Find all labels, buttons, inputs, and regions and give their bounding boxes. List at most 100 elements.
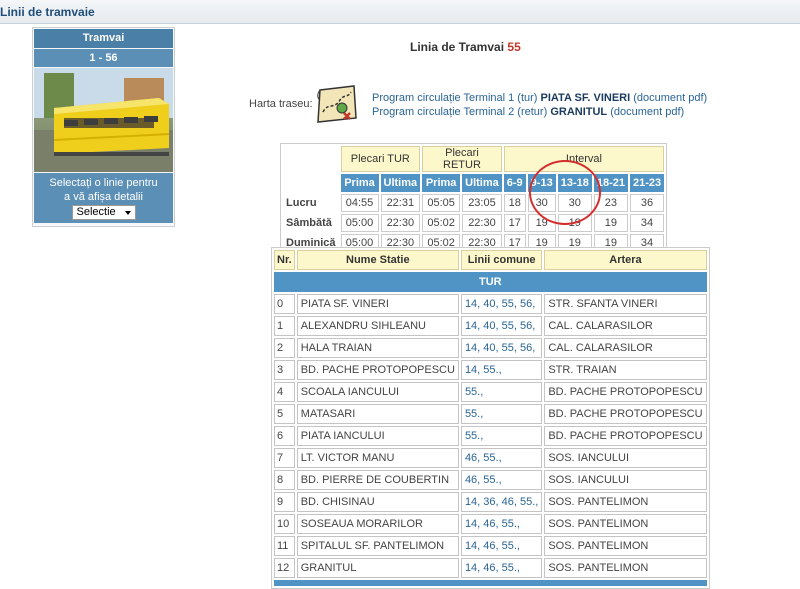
station-common-lines[interactable]: 55., <box>460 426 543 446</box>
station-name: ALEXANDRU SIHLEANU <box>296 316 459 336</box>
station-common-lines[interactable]: 14, 36, 46, 55., <box>460 492 543 512</box>
program2-terminal: GRANITUL <box>550 106 608 118</box>
station-number: 5 <box>274 404 295 424</box>
line-select-value: Selectie <box>76 206 116 218</box>
line-select-dropdown[interactable]: Selectie <box>71 205 136 220</box>
station-common-lines[interactable]: 46, 55., <box>460 448 543 468</box>
schedule-cell: 23:05 <box>462 194 502 212</box>
subheader-tur-prima: Prima <box>340 174 379 192</box>
schedule-cell: 17 <box>503 214 526 232</box>
common-lines-link[interactable]: 14, 40, 55, 56, <box>465 298 535 310</box>
station-row: 0 PIATA SF. VINERI 14, 40, 55, 56, STR. SFA… <box>274 294 707 314</box>
program1-terminal: PIATA SF. VINERI <box>540 92 631 104</box>
route-map-icon[interactable] <box>314 82 360 126</box>
station-number: 3 <box>274 360 295 380</box>
program1-prefix[interactable]: Program circulație Terminal 1 (tur) <box>372 92 537 104</box>
common-lines-link[interactable]: 55., <box>465 386 483 398</box>
subheader-interval-6-9: 6-9 <box>503 174 526 192</box>
station-row: 5 MATASARI 55., BD. PACHE PROTOPOPESCU <box>274 404 707 424</box>
schedule-table: Plecari TUR Plecari RETUR Interval Prima… <box>280 143 668 255</box>
station-row: 6 PIATA IANCULUI 55., BD. PACHE PROTOPOPESC… <box>274 426 707 446</box>
header-station-name: Nume Statie <box>296 250 459 270</box>
program2-prefix[interactable]: Program circulație Terminal 2 (retur) <box>372 106 547 118</box>
station-number: 8 <box>274 470 295 490</box>
schedule-cell: 04:55 <box>340 194 379 212</box>
common-lines-link[interactable]: 55., <box>465 408 483 420</box>
program1-suffix[interactable]: (document pdf) <box>633 92 707 104</box>
schedule-cell: 05:00 <box>340 214 379 232</box>
stations-table: Nr. Nume Statie Linii comune Artera TUR … <box>271 247 710 589</box>
station-name: MATASARI <box>296 404 459 424</box>
common-lines-link[interactable]: 14, 40, 55, 56, <box>465 342 535 354</box>
station-artery: CAL. CALARASILOR <box>544 338 707 358</box>
page-title: Linii de tramvaie <box>0 5 95 19</box>
program-link-terminal1[interactable]: Program circulație Terminal 1 (tur) PIAT… <box>372 91 707 105</box>
tram-photo <box>34 68 173 172</box>
station-common-lines[interactable]: 14, 46, 55., <box>460 514 543 534</box>
station-name: SPITALUL SF. PANTELIMON <box>296 536 459 556</box>
program2-suffix[interactable]: (document pdf) <box>610 106 684 118</box>
station-row: 7 LT. VICTOR MANU 46, 55., SOS. IANCULUI <box>274 448 707 468</box>
station-row: 10 SOSEAUA MORARILOR 14, 46, 55., SOS. PANT… <box>274 514 707 534</box>
station-row: 12 GRANITUL 14, 46, 55., SOS. PANTELIMON <box>274 558 707 578</box>
program-link-terminal2[interactable]: Program circulație Terminal 2 (retur) GR… <box>372 105 707 119</box>
line-number: 55 <box>507 40 521 54</box>
station-common-lines[interactable]: 14, 40, 55, 56, <box>460 338 543 358</box>
station-common-lines[interactable]: 14, 55., <box>460 360 543 380</box>
schedule-cell: 05:02 <box>422 214 461 232</box>
station-name: GRANITUL <box>296 558 459 578</box>
subheader-retur-ultima: Ultima <box>462 174 502 192</box>
common-lines-link[interactable]: 46, 55., <box>465 452 502 464</box>
station-name: HALA TRAIAN <box>296 338 459 358</box>
common-lines-link[interactable]: 14, 46, 55., <box>465 540 520 552</box>
schedule-cell: 05:05 <box>422 194 461 212</box>
sidebar-tram-selector: Tramvai 1 - 56 Selectați o linie pentru … <box>32 27 175 227</box>
station-name: LT. VICTOR MANU <box>296 448 459 468</box>
line-title-prefix: Linia de Tramvai <box>410 40 505 54</box>
highlight-circle <box>529 160 601 225</box>
station-name: SCOALA IANCULUI <box>296 382 459 402</box>
common-lines-link[interactable]: 55., <box>465 430 483 442</box>
station-common-lines[interactable]: 14, 46, 55., <box>460 536 543 556</box>
station-common-lines[interactable]: 14, 40, 55, 56, <box>460 294 543 314</box>
station-row: 9 BD. CHISINAU 14, 36, 46, 55., SOS. PANTEL… <box>274 492 707 512</box>
station-name: SOSEAUA MORARILOR <box>296 514 459 534</box>
station-artery: SOS. PANTELIMON <box>544 536 707 556</box>
station-artery: BD. PACHE PROTOPOPESCU <box>544 426 707 446</box>
select-prompt-line1: Selectați o linie pentru <box>49 177 158 189</box>
station-common-lines[interactable]: 14, 46, 55., <box>460 558 543 578</box>
station-name: PIATA IANCULUI <box>296 426 459 446</box>
schedule-cell: 36 <box>629 194 665 212</box>
common-lines-link[interactable]: 14, 46, 55., <box>465 562 520 574</box>
station-artery: SOS. IANCULUI <box>544 470 707 490</box>
station-artery: SOS. PANTELIMON <box>544 492 707 512</box>
station-number: 7 <box>274 448 295 468</box>
common-lines-link[interactable]: 14, 36, 46, 55., <box>465 496 538 508</box>
station-name: BD. PIERRE DE COUBERTIN <box>296 470 459 490</box>
header-artery: Artera <box>544 250 707 270</box>
line-title: Linia de Tramvai 55 <box>410 40 521 54</box>
program-links: Program circulație Terminal 1 (tur) PIAT… <box>372 91 707 119</box>
schedule-corner-2 <box>283 174 339 192</box>
subheader-tur-ultima: Ultima <box>380 174 421 192</box>
common-lines-link[interactable]: 46, 55., <box>465 474 502 486</box>
station-common-lines[interactable]: 55., <box>460 404 543 424</box>
station-artery: STR. TRAIAN <box>544 360 707 380</box>
sidebar-header: Tramvai <box>34 29 173 48</box>
station-number: 6 <box>274 426 295 446</box>
chevron-down-icon <box>124 211 131 215</box>
station-common-lines[interactable]: 14, 40, 55, 56, <box>460 316 543 336</box>
station-common-lines[interactable]: 55., <box>460 382 543 402</box>
schedule-cell: 22:31 <box>380 194 421 212</box>
common-lines-link[interactable]: 14, 46, 55., <box>465 518 520 530</box>
schedule-cell: 22:30 <box>462 214 502 232</box>
station-number: 11 <box>274 536 295 556</box>
station-common-lines[interactable]: 46, 55., <box>460 470 543 490</box>
group-header-tur: Plecari TUR <box>340 146 421 172</box>
common-lines-link[interactable]: 14, 55., <box>465 364 502 376</box>
station-number: 4 <box>274 382 295 402</box>
schedule-corner <box>283 146 339 172</box>
common-lines-link[interactable]: 14, 40, 55, 56, <box>465 320 535 332</box>
station-row: 4 SCOALA IANCULUI 55., BD. PACHE PROTOPOPES… <box>274 382 707 402</box>
station-number: 1 <box>274 316 295 336</box>
